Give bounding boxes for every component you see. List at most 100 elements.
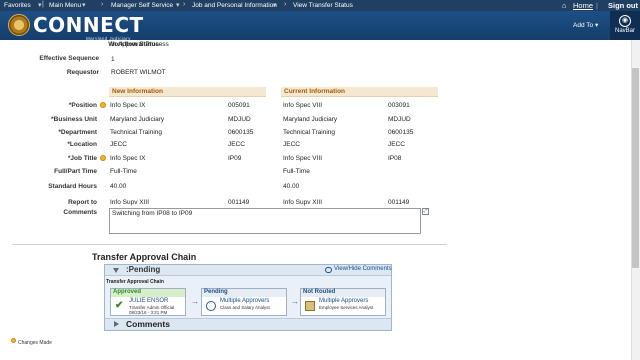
breadcrumb-separator: ›	[183, 1, 186, 8]
department-new-code: 0600135	[228, 129, 254, 136]
workflow-status-value: In Approval Process	[111, 41, 169, 48]
routing-icon	[305, 301, 315, 311]
position-current-value: Info Spec VIII	[283, 102, 323, 109]
change-indicator-icon	[100, 155, 106, 161]
step-status: Pending	[202, 289, 286, 297]
standard-hours-label: Standard Hours	[48, 183, 97, 190]
approver-role: Class and Salary Analyst	[220, 305, 270, 310]
home-link[interactable]: Home	[573, 1, 593, 10]
change-indicator-icon	[11, 338, 16, 343]
new-information-header: New Information	[109, 87, 266, 97]
approval-chain-title: Transfer Approval Chain	[92, 252, 197, 262]
requestor-label: Requestor	[66, 69, 99, 76]
job-title-current-value: Info Spec VIII	[283, 155, 323, 162]
breadcrumb-view-transfer-status[interactable]: View Transfer Status	[293, 2, 353, 9]
breadcrumb-separator: ▾	[273, 2, 277, 9]
app-banner: CONNECT Maryland Judiciary Add To ▾ ◉ Na…	[0, 11, 640, 41]
app-logo: CONNECT	[33, 13, 144, 37]
job-title-new-code: IP09	[228, 155, 242, 162]
breadcrumb-separator: ▾	[176, 2, 180, 9]
location-new-value: JECC	[110, 141, 127, 148]
breadcrumb-separator: ›	[101, 1, 104, 8]
position-label: *Position	[68, 102, 97, 109]
full-part-time-current-value: Full-Time	[283, 168, 310, 175]
approver-name-link[interactable]: Multiple Approvers	[220, 298, 269, 304]
approver-role: Employee Services Analyst	[319, 305, 374, 310]
main-menu[interactable]: Main Menu	[49, 2, 81, 9]
home-icon: ⌂	[562, 1, 567, 10]
business-unit-current-code: MDJUD	[388, 116, 411, 123]
department-current-code: 0600135	[388, 129, 414, 136]
position-new-value: Info Spec IX	[110, 102, 146, 109]
approval-timestamp: 08/23/16 - 3:21 PM	[129, 310, 168, 315]
position-current-code: 003091	[388, 102, 410, 109]
favorites-menu[interactable]: Favorites	[4, 2, 31, 9]
department-new-value: Technical Training	[110, 129, 163, 136]
location-current-code: JECC	[388, 141, 405, 148]
top-nav-bar: Favorites ▾ | Main Menu ▾ › Manager Self…	[0, 0, 640, 11]
breadcrumb-manager-self-service[interactable]: Manager Self Service	[111, 2, 173, 9]
standard-hours-new-value: 40.00	[110, 183, 127, 190]
location-new-code: JECC	[228, 141, 245, 148]
report-to-current-code: 001149	[388, 199, 410, 206]
compass-icon: ◉	[619, 15, 631, 27]
breadcrumb-separator: ▾	[38, 2, 42, 9]
scrollbar-thumb[interactable]	[632, 68, 639, 268]
breadcrumb-separator: ›	[284, 1, 287, 8]
sign-out-link[interactable]: Sign out	[608, 1, 638, 10]
location-current-value: JECC	[283, 141, 300, 148]
approver-name-link[interactable]: JULIE ENSOR	[129, 298, 168, 304]
nav-divider: |	[596, 1, 598, 10]
job-title-current-code: IP08	[388, 155, 402, 162]
judiciary-seal-icon	[8, 14, 30, 36]
clock-icon	[206, 301, 216, 311]
job-title-label: *Job Title	[67, 155, 97, 162]
approval-step-approved: Approved ✔ JULIE ENSOR Transfer Admin Of…	[110, 288, 186, 316]
section-divider	[12, 244, 447, 245]
department-current-value: Technical Training	[283, 129, 336, 136]
approver-name-link[interactable]: Multiple Approvers	[319, 298, 368, 304]
navbar-button[interactable]: ◉ NavBar	[610, 11, 640, 40]
effective-sequence-label: Effective Sequence	[39, 55, 99, 62]
position-new-code: 005091	[228, 102, 250, 109]
business-unit-label: *Business Unit	[51, 116, 97, 123]
breadcrumb-separator: ▾	[82, 2, 86, 9]
breadcrumb-separator: |	[42, 1, 44, 8]
arrow-right-icon: →	[291, 297, 299, 306]
pending-section-title: :Pending	[126, 265, 161, 274]
location-label: *Location	[67, 141, 97, 148]
business-unit-new-code: MDJUD	[228, 116, 251, 123]
approval-chain-caption: Transfer Approval Chain	[106, 279, 164, 285]
current-information-header: Current Information	[281, 87, 438, 97]
change-indicator-icon	[100, 102, 106, 108]
department-label: *Department	[58, 129, 97, 136]
comments-textarea[interactable]: Switching from IP08 to IP09	[109, 208, 421, 234]
requestor-value: ROBERT WILMOT	[111, 69, 166, 76]
report-to-new-value: Info Supv XIII	[110, 199, 150, 206]
approval-step-pending: Pending Multiple Approvers Class and Sal…	[201, 288, 287, 316]
add-to-menu[interactable]: Add To ▾	[573, 21, 598, 29]
checkmark-icon: ✔	[115, 300, 124, 311]
view-hide-comments-link[interactable]: View/Hide Comments	[334, 266, 392, 272]
comments-section-title: Comments	[126, 319, 170, 329]
step-status: Not Routed	[301, 289, 385, 297]
collapse-triangle-icon[interactable]	[113, 268, 119, 273]
report-to-current-value: Info Supv XIII	[283, 199, 323, 206]
navbar-label: NavBar	[614, 28, 635, 34]
expand-triangle-icon[interactable]	[114, 321, 119, 327]
comment-bubble-icon	[325, 267, 332, 273]
full-part-time-new-value: Full-Time	[110, 168, 137, 175]
add-to-label: Add To	[573, 22, 594, 29]
report-to-label: Report to	[68, 199, 97, 206]
standard-hours-current-value: 40.00	[283, 183, 300, 190]
expand-textarea-icon[interactable]: ⤢	[422, 208, 429, 215]
breadcrumb-job-personal-info[interactable]: Job and Personal Information	[192, 2, 277, 9]
arrow-right-icon: →	[191, 297, 199, 306]
comments-label: Comments	[63, 209, 97, 216]
report-to-new-code: 001149	[228, 199, 250, 206]
job-title-new-value: Info Spec IX	[110, 155, 146, 162]
step-status: Approved	[111, 289, 185, 297]
full-part-time-label: Full/Part Time	[54, 168, 97, 175]
chevron-down-icon: ▾	[594, 22, 599, 29]
business-unit-current-value: Maryland Judiciary	[283, 116, 338, 123]
